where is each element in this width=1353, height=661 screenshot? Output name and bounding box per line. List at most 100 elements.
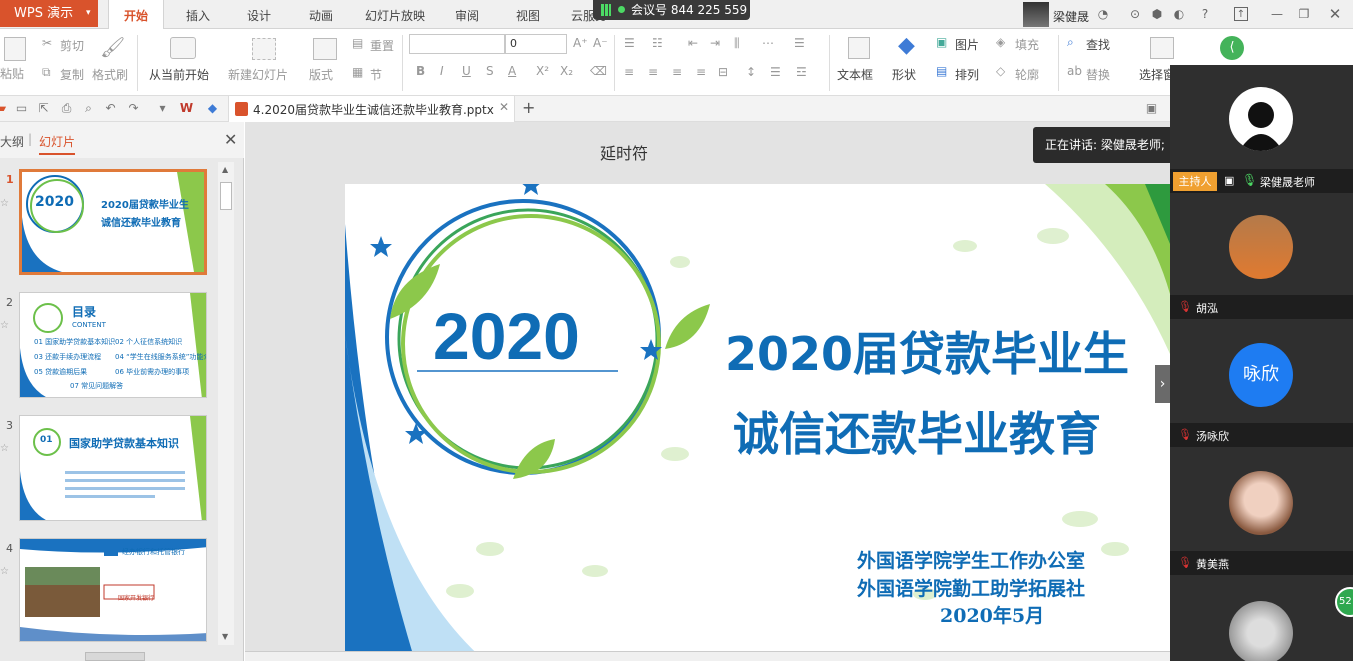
play-icon[interactable] bbox=[170, 37, 196, 59]
section-icon[interactable]: ▦ bbox=[352, 65, 363, 79]
shadow-icon[interactable]: S bbox=[486, 64, 494, 78]
align-left-icon[interactable]: ≡ bbox=[624, 65, 634, 79]
redo-icon[interactable]: ↷ bbox=[126, 101, 141, 116]
document-tab[interactable]: 4.2020届贷款毕业生诚信还款毕业教育.pptx ✕ bbox=[228, 96, 515, 122]
close-icon[interactable]: ✕ bbox=[224, 130, 237, 149]
folder-icon[interactable]: ▰ bbox=[0, 101, 9, 116]
font-color-icon[interactable]: A bbox=[508, 64, 516, 78]
replace-button[interactable]: 替换 bbox=[1086, 66, 1110, 83]
fill-icon[interactable]: ◈ bbox=[996, 35, 1005, 49]
paste-button[interactable]: 粘贴 bbox=[0, 65, 24, 82]
participant-card[interactable] bbox=[1170, 577, 1353, 661]
panel-scrollbar[interactable]: ▲ ▼ bbox=[218, 162, 234, 645]
shape-button[interactable]: 形状 bbox=[892, 66, 916, 83]
numbering-icon[interactable]: ☷ bbox=[652, 36, 663, 50]
slide-thumbnail-3[interactable]: 01 国家助学贷款基本知识 bbox=[19, 415, 207, 521]
tab-outline[interactable]: 大纲 bbox=[0, 133, 24, 150]
shape-icon[interactable]: ◆ bbox=[898, 33, 915, 58]
avatar[interactable] bbox=[1023, 2, 1049, 27]
close-icon[interactable]: ✕ bbox=[499, 100, 509, 114]
italic-icon[interactable]: I bbox=[440, 64, 444, 78]
export-icon[interactable]: ⇱ bbox=[36, 101, 51, 116]
select-pane-icon[interactable] bbox=[1150, 37, 1174, 59]
clear-format-icon[interactable]: ⌫ bbox=[590, 64, 607, 78]
align-right-icon[interactable]: ≡ bbox=[672, 65, 682, 79]
align-text-icon[interactable]: ⋯ bbox=[762, 36, 774, 50]
replace-icon[interactable]: ab bbox=[1067, 64, 1082, 78]
wps-menu-button[interactable]: WPS 演示 ▾ bbox=[0, 0, 98, 27]
scrollbar-thumb[interactable] bbox=[220, 182, 232, 210]
outline-icon[interactable]: ◇ bbox=[996, 64, 1005, 78]
find-button[interactable]: 查找 bbox=[1086, 36, 1110, 53]
meeting-id-banner[interactable]: 会议号 844 225 559 bbox=[593, 0, 750, 20]
copy-icon[interactable]: ⧉ bbox=[42, 65, 51, 80]
arrange-icon[interactable]: ▤ bbox=[936, 64, 947, 78]
close-icon[interactable]: ✕ bbox=[1328, 7, 1342, 22]
textbox-button[interactable]: 文本框 bbox=[837, 66, 873, 83]
reset-icon[interactable]: ▤ bbox=[352, 36, 363, 50]
textbox-icon[interactable] bbox=[848, 37, 870, 59]
para-spacing-icon[interactable]: ☰ bbox=[770, 65, 781, 79]
slide-title-line-2[interactable]: 诚信还款毕业教育 bbox=[733, 398, 1101, 464]
underline-icon[interactable]: U bbox=[462, 64, 471, 78]
slide-placeholder-text[interactable]: 延时符 bbox=[600, 140, 648, 164]
tab-review[interactable]: 审阅 bbox=[444, 0, 490, 29]
picture-icon[interactable]: ▣ bbox=[936, 35, 947, 49]
new-tab-button[interactable]: + bbox=[522, 98, 535, 117]
font-grow-icon[interactable]: A⁺ bbox=[573, 36, 588, 50]
slide-thumbnail-1[interactable]: 2020 2020届贷款毕业生 诚信还款毕业教育 bbox=[19, 169, 207, 275]
fullscreen-icon[interactable]: ▣ bbox=[1144, 101, 1159, 116]
slide-thumbnail-4[interactable]: 经办银行和托管银行 国家开发银行 bbox=[19, 538, 207, 642]
tab-insert[interactable]: 插入 bbox=[175, 0, 221, 29]
layout-icon[interactable] bbox=[313, 38, 337, 60]
arrange-button[interactable]: 排列 bbox=[955, 66, 979, 83]
layout-button[interactable]: 版式 bbox=[309, 66, 333, 83]
participant-card[interactable]: 🎙 黄美燕 bbox=[1170, 449, 1353, 577]
text-direction-icon[interactable]: ⫼ bbox=[734, 36, 740, 51]
tab-slideshow[interactable]: 幻灯片放映 bbox=[360, 0, 430, 29]
minimize-icon[interactable]: — bbox=[1270, 7, 1284, 21]
indent-increase-icon[interactable]: ⇥ bbox=[710, 36, 720, 50]
print-icon[interactable]: ⎙ bbox=[59, 101, 74, 116]
paste-icon[interactable] bbox=[4, 37, 26, 61]
chevron-right-icon[interactable]: › bbox=[1155, 365, 1170, 403]
font-size-select[interactable]: 0 bbox=[505, 34, 567, 54]
new-slide-button[interactable]: 新建幻灯片 bbox=[228, 66, 288, 83]
cut-button[interactable]: 剪切 bbox=[60, 37, 84, 54]
distribute-icon[interactable]: ⊟ bbox=[718, 65, 728, 79]
slide-date[interactable]: 2020年5月 bbox=[940, 601, 1044, 628]
save-icon[interactable]: ▭ bbox=[14, 101, 29, 116]
tab-animation[interactable]: 动画 bbox=[298, 0, 344, 29]
bullets-icon[interactable]: ☰ bbox=[624, 36, 635, 50]
settings-icon[interactable]: ⬢ bbox=[1150, 7, 1164, 21]
line-spacing-icon[interactable]: ↕ bbox=[746, 65, 756, 79]
scroll-up-icon[interactable]: ▲ bbox=[222, 165, 228, 174]
restore-icon[interactable]: ❐ bbox=[1297, 7, 1311, 21]
tab-design[interactable]: 设计 bbox=[236, 0, 282, 29]
feedback-icon[interactable]: ⊙ bbox=[1128, 7, 1142, 21]
slide-title-line-1[interactable]: 2020届贷款毕业生 bbox=[725, 318, 1129, 384]
indent-decrease-icon[interactable]: ⇤ bbox=[688, 36, 698, 50]
notes-bar[interactable] bbox=[245, 651, 1170, 661]
scissors-icon[interactable]: ✂ bbox=[42, 36, 52, 50]
share-icon[interactable]: ◐ bbox=[1172, 7, 1186, 21]
copy-button[interactable]: 复制 bbox=[60, 66, 84, 83]
subscript-icon[interactable]: X₂ bbox=[560, 64, 573, 78]
participant-card[interactable]: 咏欣 🎙 汤咏欣 bbox=[1170, 321, 1353, 449]
format-painter-button[interactable]: 格式刷 bbox=[92, 66, 128, 83]
scroll-down-icon[interactable]: ▼ bbox=[222, 632, 228, 641]
undo-icon[interactable]: ↶ bbox=[103, 101, 118, 116]
skin-icon[interactable]: ◔ bbox=[1096, 7, 1110, 21]
justify-icon[interactable]: ≡ bbox=[696, 65, 706, 79]
add-slide-button[interactable] bbox=[85, 652, 145, 661]
participant-card[interactable]: 🎙 胡泓 bbox=[1170, 193, 1353, 321]
slide-org-2[interactable]: 外国语学院勤工助学拓展社 bbox=[857, 574, 1085, 601]
picture-button[interactable]: 图片 bbox=[955, 36, 979, 53]
from-current-button[interactable]: 从当前开始 bbox=[149, 66, 209, 83]
superscript-icon[interactable]: X² bbox=[536, 64, 549, 78]
search-icon[interactable]: ⌕ bbox=[1067, 35, 1074, 50]
upload-icon[interactable]: ↑ bbox=[1234, 7, 1248, 21]
slide-year[interactable]: 2020 bbox=[433, 298, 580, 374]
cube-icon[interactable]: ◆ bbox=[205, 101, 220, 116]
tab-slides[interactable]: 幻灯片 bbox=[39, 133, 76, 155]
